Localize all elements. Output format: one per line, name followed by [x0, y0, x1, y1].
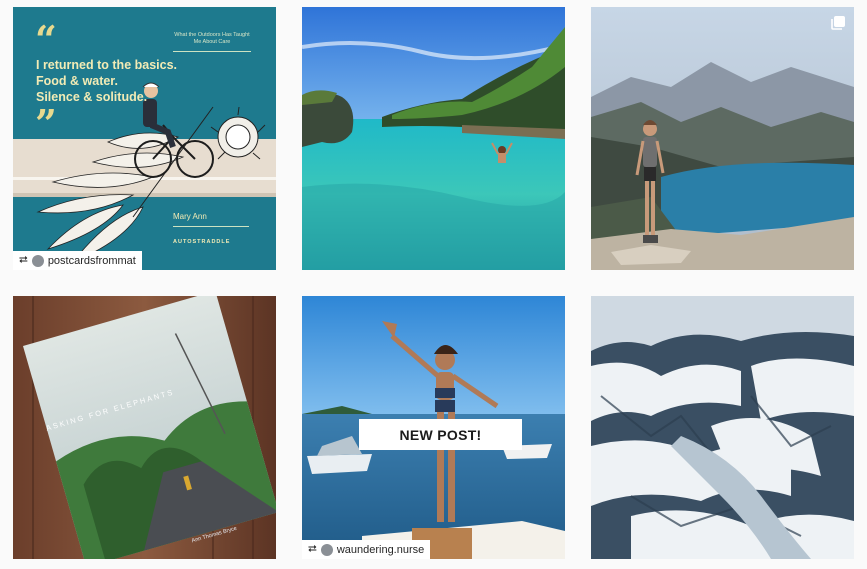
close-quote-mark: ” [35, 101, 57, 146]
lagoon-photo [302, 7, 565, 270]
quote-line: Food & water. [36, 74, 118, 88]
new-post-banner: NEW POST! [359, 419, 522, 450]
post-tile-3[interactable] [591, 7, 854, 270]
repost-badge[interactable]: ⮂ postcardsfrommat [13, 251, 142, 270]
article-heading: What the Outdoors Has Taught Me About Ca… [173, 32, 251, 52]
brand-name: AUTOSTRADDLE [173, 239, 231, 245]
post-tile-4[interactable]: ASKING FOR ELEPHANTS Ann Thomas Bryce [13, 296, 276, 559]
quote-text: I returned to the basics. Food & water. … [36, 57, 186, 105]
glacier-photo [591, 296, 854, 559]
repost-icon: ⮂ [308, 543, 317, 555]
quote-line: Silence & solitude. [36, 90, 148, 104]
hiker-photo [591, 7, 854, 270]
repost-badge[interactable]: ⮂ waundering.nurse [302, 540, 431, 559]
repost-icon: ⮂ [19, 254, 28, 266]
avatar [31, 254, 44, 267]
repost-username: waundering.nurse [336, 543, 425, 556]
post-tile-1[interactable]: “ I returned to the basics. Food & water… [13, 7, 276, 270]
avatar [320, 543, 333, 556]
quote-line: I returned to the basics. [36, 58, 178, 72]
author-name: Mary Ann [173, 212, 249, 227]
post-tile-2[interactable] [302, 7, 565, 270]
post-tile-5[interactable]: NEW POST! ⮂ waundering.nurse [302, 296, 565, 559]
post-tile-6[interactable] [591, 296, 854, 559]
repost-username: postcardsfrommat [47, 254, 136, 267]
multiple-photos-icon [831, 16, 845, 30]
open-quote-mark: “ [35, 17, 57, 62]
